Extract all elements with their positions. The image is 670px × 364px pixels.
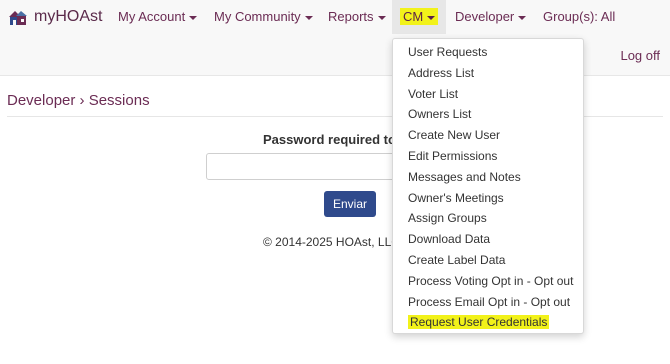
breadcrumb: Developer › Sessions (7, 92, 150, 109)
nav-groups[interactable]: Group(s): All (543, 0, 615, 34)
caret-down-icon (377, 15, 386, 20)
menu-item-process-email-opt[interactable]: Process Email Opt in - Opt out (393, 292, 583, 313)
menu-item-messages-and-notes[interactable]: Messages and Notes (393, 167, 583, 188)
menu-item-label: Download Data (408, 232, 491, 247)
brand[interactable]: myHOAst (8, 5, 102, 29)
brand-name: myHOAst (34, 8, 103, 25)
menu-item-label: Process Email Opt in - Opt out (408, 294, 571, 309)
caret-down-icon (518, 15, 527, 20)
menu-item-label: Process Voting Opt in - Opt out (408, 273, 574, 288)
nav-my-community-label: My Community (214, 9, 301, 24)
menu-item-label: Request User Credentials (408, 315, 550, 330)
submit-button[interactable]: Enviar (324, 191, 376, 217)
menu-item-owners-list[interactable]: Owners List (393, 104, 583, 125)
menu-item-address-list[interactable]: Address List (393, 63, 583, 84)
menu-item-edit-permissions[interactable]: Edit Permissions (393, 146, 583, 167)
menu-item-label: User Requests (408, 45, 488, 59)
menu-item-create-new-user[interactable]: Create New User (393, 125, 583, 146)
menu-item-assign-groups[interactable]: Assign Groups (393, 208, 583, 229)
menu-item-label: Assign Groups (408, 211, 487, 226)
menu-item-process-voting-opt[interactable]: Process Voting Opt in - Opt out (393, 271, 583, 292)
menu-item-label: Messages and Notes (408, 169, 521, 184)
menu-item-create-label-data[interactable]: Create Label Data (393, 250, 583, 271)
nav-cm-label: CM (403, 9, 424, 24)
menu-item-owners-meetings[interactable]: Owner's Meetings (393, 188, 583, 209)
nav-my-account-label: My Account (118, 9, 186, 24)
nav-developer[interactable]: Developer (455, 0, 527, 34)
menu-item-user-requests[interactable]: User Requests (393, 42, 583, 63)
hoa-logo-icon (8, 8, 28, 26)
nav-my-account[interactable]: My Account (118, 0, 198, 34)
menu-item-request-user-credentials[interactable]: Request User Credentials (393, 312, 583, 333)
nav-reports-label: Reports (328, 9, 374, 24)
caret-down-icon (304, 15, 313, 20)
cm-dropdown-menu: User Requests Address List Voter List Ow… (392, 38, 584, 334)
menu-item-label: Owners List (408, 107, 472, 122)
nav-my-community[interactable]: My Community (214, 0, 313, 34)
menu-item-label: Address List (408, 65, 475, 80)
menu-item-label: Voter List (408, 86, 459, 101)
nav-cm-label-highlight: CM (400, 8, 439, 25)
nav-reports[interactable]: Reports (328, 0, 386, 34)
caret-down-icon (427, 15, 436, 20)
password-label: Password required to c (263, 132, 407, 147)
menu-item-download-data[interactable]: Download Data (393, 229, 583, 250)
nav-cm[interactable]: CM (392, 0, 447, 34)
menu-item-voter-list[interactable]: Voter List (393, 84, 583, 105)
menu-item-label: Owner's Meetings (408, 190, 504, 205)
logoff-link[interactable]: Log off (620, 48, 660, 63)
menu-item-label: Create Label Data (408, 252, 506, 267)
copyright-text: © 2014-2025 HOAst, LLC (263, 235, 400, 249)
menu-item-label: Create New User (408, 128, 501, 143)
nav-groups-label: Group(s): All (543, 9, 616, 24)
password-input[interactable] (206, 153, 406, 180)
nav-developer-label: Developer (455, 9, 515, 24)
menu-item-label: Edit Permissions (408, 148, 498, 163)
caret-down-icon (189, 15, 198, 20)
